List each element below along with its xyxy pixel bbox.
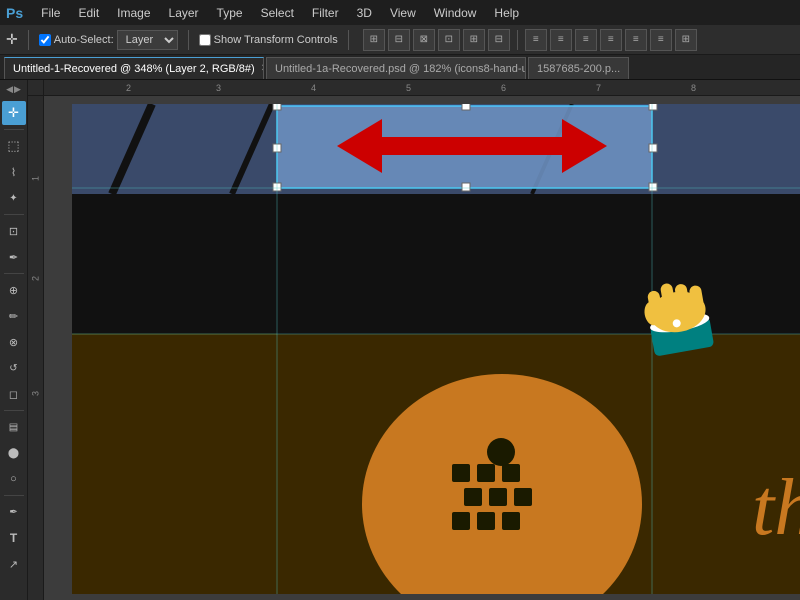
- dist-right-icon[interactable]: ≡: [575, 29, 597, 51]
- move-tool-icon: ✛: [6, 31, 18, 48]
- main-area: ◀ ▶ ✛ ⬚ ⌇ ✦ ⊡ ✒ ⊕ ✏ ⊗ ↺ ◻ ▤ ⬤ ○ ✒ T ↗ 2 …: [0, 80, 800, 600]
- align-top-icon[interactable]: ⊡: [438, 29, 460, 51]
- ruler-h-tick-4: 4: [309, 80, 316, 95]
- align-bottom-icon[interactable]: ⊟: [488, 29, 510, 51]
- rectangular-marquee-tool[interactable]: ⬚: [2, 134, 26, 158]
- type-tool-btn[interactable]: T: [2, 526, 26, 550]
- tool-sep-3: [4, 273, 24, 274]
- divider-3: [348, 30, 349, 50]
- gradient-tool-btn[interactable]: ▤: [2, 415, 26, 439]
- divider-1: [28, 30, 29, 50]
- dist-top-icon[interactable]: ≡: [600, 29, 622, 51]
- tool-sep-2: [4, 214, 24, 215]
- app-logo: Ps: [6, 5, 23, 21]
- auto-select-checkbox: Auto-Select: Layer Group: [39, 30, 178, 50]
- auto-select-input[interactable]: [39, 34, 51, 46]
- menu-select[interactable]: Select: [253, 4, 302, 22]
- canvas-viewport[interactable]: th: [44, 96, 800, 600]
- show-transform-label: Show Transform Controls: [214, 34, 338, 46]
- ruler-h-tick-8: 8: [689, 80, 696, 95]
- tool-sep-5: [4, 495, 24, 496]
- tab-2[interactable]: 1587685-200.p...: [528, 57, 629, 79]
- divider-4: [517, 30, 518, 50]
- align-left-icon[interactable]: ⊞: [363, 29, 385, 51]
- panel-arrow-right[interactable]: ▶: [14, 84, 21, 95]
- tools-panel: ◀ ▶ ✛ ⬚ ⌇ ✦ ⊡ ✒ ⊕ ✏ ⊗ ↺ ◻ ▤ ⬤ ○ ✒ T ↗: [0, 80, 28, 600]
- quick-select-tool[interactable]: ✦: [2, 186, 26, 210]
- menu-3d[interactable]: 3D: [349, 4, 380, 22]
- divider-2: [188, 30, 189, 50]
- lasso-tool-btn[interactable]: ⌇: [2, 160, 26, 184]
- optionsbar: ✛ Auto-Select: Layer Group Show Transfor…: [0, 25, 800, 55]
- tabsbar: Untitled-1-Recovered @ 348% (Layer 2, RG…: [0, 55, 800, 80]
- auto-select-dropdown[interactable]: Layer Group: [117, 30, 178, 50]
- align-icons-group: ⊞ ⊟ ⊠ ⊡ ⊞ ⊟ ≡ ≡ ≡ ≡ ≡ ≡ ⊞: [363, 29, 697, 51]
- tab-2-label: 1587685-200.p...: [537, 63, 620, 75]
- menu-help[interactable]: Help: [486, 4, 527, 22]
- dist-center-h-icon[interactable]: ≡: [550, 29, 572, 51]
- menu-layer[interactable]: Layer: [161, 4, 207, 22]
- ruler-v-tick-3: 3: [28, 391, 43, 396]
- ruler-v-tick-1: 1: [28, 176, 43, 181]
- ruler-h-tick-7: 7: [594, 80, 601, 95]
- ruler-h-tick-2: 2: [124, 80, 131, 95]
- menu-type[interactable]: Type: [209, 4, 251, 22]
- path-select-tool[interactable]: ↗: [2, 552, 26, 576]
- menu-window[interactable]: Window: [426, 4, 485, 22]
- spot-heal-tool[interactable]: ⊕: [2, 278, 26, 302]
- align-right-icon[interactable]: ⊠: [413, 29, 435, 51]
- menu-filter[interactable]: Filter: [304, 4, 347, 22]
- panel-arrow-left[interactable]: ◀: [6, 84, 13, 95]
- more-options-icon[interactable]: ⊞: [675, 29, 697, 51]
- ruler-corner: [28, 80, 44, 96]
- clone-stamp-tool[interactable]: ⊗: [2, 330, 26, 354]
- dodge-tool-btn[interactable]: ○: [2, 467, 26, 491]
- blur-tool-btn[interactable]: ⬤: [2, 441, 26, 465]
- show-transform-checkbox: Show Transform Controls: [199, 34, 338, 46]
- pen-tool-btn[interactable]: ✒: [2, 500, 26, 524]
- tab-0-label: Untitled-1-Recovered @ 348% (Layer 2, RG…: [13, 63, 255, 75]
- tool-sep-4: [4, 410, 24, 411]
- menu-file[interactable]: File: [33, 4, 68, 22]
- show-transform-input[interactable]: [199, 34, 211, 46]
- menu-edit[interactable]: Edit: [70, 4, 107, 22]
- ruler-h-tick-5: 5: [404, 80, 411, 95]
- tool-sep-1: [4, 129, 24, 130]
- tab-0-close[interactable]: ✕: [261, 63, 264, 74]
- horizontal-ruler: 2 3 4 5 6 7 8: [28, 80, 800, 96]
- dist-center-v-icon[interactable]: ≡: [625, 29, 647, 51]
- brush-tool-btn[interactable]: ✏: [2, 304, 26, 328]
- history-brush-tool[interactable]: ↺: [2, 356, 26, 380]
- dist-left-icon[interactable]: ≡: [525, 29, 547, 51]
- move-tool-btn[interactable]: ✛: [2, 101, 26, 125]
- menubar: Ps File Edit Image Layer Type Select Fil…: [0, 0, 800, 25]
- align-center-h-icon[interactable]: ⊟: [388, 29, 410, 51]
- vertical-ruler: 1 2 3: [28, 96, 44, 600]
- tab-1[interactable]: Untitled-1a-Recovered.psd @ 182% (icons8…: [266, 57, 526, 79]
- ruler-h-tick-3: 3: [214, 80, 221, 95]
- tab-0[interactable]: Untitled-1-Recovered @ 348% (Layer 2, RG…: [4, 57, 264, 79]
- auto-select-label: Auto-Select:: [54, 34, 114, 46]
- align-center-v-icon[interactable]: ⊞: [463, 29, 485, 51]
- eyedropper-tool-btn[interactable]: ✒: [2, 245, 26, 269]
- crop-tool-btn[interactable]: ⊡: [2, 219, 26, 243]
- svg-text:th: th: [752, 464, 800, 552]
- ruler-h-tick-6: 6: [499, 80, 506, 95]
- menu-view[interactable]: View: [382, 4, 424, 22]
- dist-bottom-icon[interactable]: ≡: [650, 29, 672, 51]
- ruler-v-tick-2: 2: [28, 276, 43, 281]
- menu-image[interactable]: Image: [109, 4, 158, 22]
- eraser-tool-btn[interactable]: ◻: [2, 382, 26, 406]
- canvas-area: 2 3 4 5 6 7 8 1 2 3: [28, 80, 800, 600]
- tab-1-label: Untitled-1a-Recovered.psd @ 182% (icons8…: [275, 63, 526, 75]
